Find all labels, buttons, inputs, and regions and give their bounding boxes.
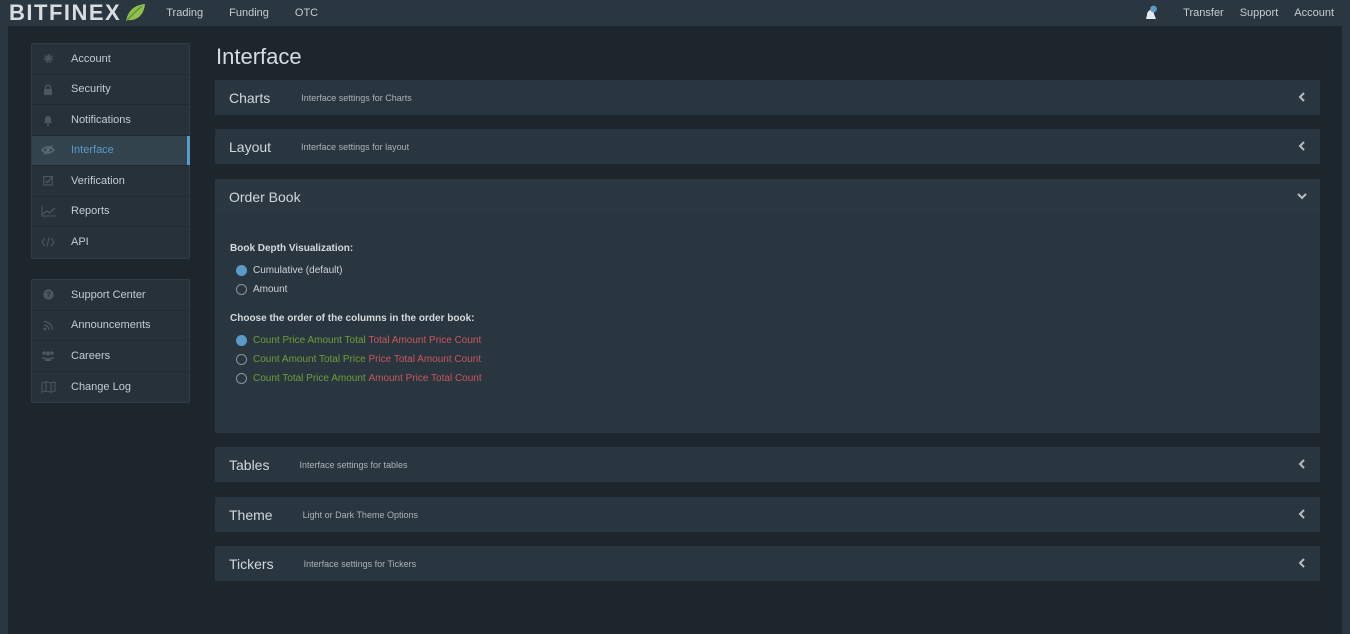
- radio-button[interactable]: [236, 354, 247, 365]
- column-order-label: Choose the order of the columns in the o…: [230, 313, 475, 324]
- brand-name: BITFINEX: [9, 0, 122, 25]
- sidebar-item-announcements[interactable]: Announcements: [32, 311, 189, 341]
- scrollbar[interactable]: [1342, 26, 1350, 634]
- sidebar-item-reports[interactable]: Reports: [32, 197, 189, 227]
- radio-button-checked[interactable]: [236, 265, 247, 276]
- sidebar-item-support-center[interactable]: ? Support Center: [32, 280, 189, 311]
- bell-icon: [40, 112, 56, 128]
- bid-columns: Count Amount Total Price: [253, 354, 366, 365]
- sidebar-item-label: Careers: [71, 349, 111, 362]
- column-order-option-1[interactable]: Count Price Amount Total Total Amount Pr…: [230, 331, 1305, 350]
- radio-button[interactable]: [236, 284, 247, 295]
- sidebar-item-label: Announcements: [71, 319, 151, 332]
- sidebar-settings-menu: Account Security Notifications Interface…: [31, 43, 190, 259]
- bid-columns: Count Price Amount Total: [253, 335, 366, 346]
- sidebar-item-careers[interactable]: Careers: [32, 341, 189, 372]
- panel-title: Layout: [229, 138, 272, 155]
- chevron-down-icon[interactable]: [1296, 190, 1308, 202]
- panel-header-charts[interactable]: Charts Interface settings for Charts: [215, 80, 1320, 115]
- sidebar-item-verification[interactable]: Verification: [32, 166, 189, 197]
- rss-icon: [40, 317, 56, 333]
- chevron-left-icon[interactable]: [1296, 458, 1308, 470]
- sidebar-item-security[interactable]: Security: [32, 75, 189, 105]
- panel-tables: Tables Interface settings for tables: [215, 447, 1320, 482]
- sidebar-item-label: Verification: [71, 174, 125, 187]
- sidebar-item-label: Security: [71, 83, 111, 96]
- chevron-left-icon[interactable]: [1296, 557, 1308, 569]
- top-nav: BITFINEX Trading Funding OTC Transfer Su…: [0, 0, 1350, 26]
- panel-theme: Theme Light or Dark Theme Options: [215, 497, 1320, 532]
- option-label: Cumulative (default): [253, 265, 343, 276]
- ask-columns: Total Amount Price Count: [368, 335, 482, 346]
- panel-title: Tickers: [229, 555, 274, 572]
- chart-line-icon: [40, 203, 56, 219]
- sidebar-item-notifications[interactable]: Notifications: [32, 105, 189, 136]
- panel-subtitle: Light or Dark Theme Options: [302, 509, 418, 520]
- nav-funding[interactable]: Funding: [229, 7, 269, 19]
- sidebar-item-label: Change Log: [71, 380, 131, 393]
- question-circle-icon: ?: [40, 287, 56, 303]
- ask-columns: Price Total Amount Count: [368, 354, 482, 365]
- bell-icon[interactable]: [1143, 5, 1159, 21]
- lock-icon: [40, 81, 56, 97]
- panel-subtitle: Interface settings for tables: [299, 459, 408, 470]
- panel-title: Theme: [229, 506, 273, 523]
- panel-subtitle: Interface settings for Charts: [301, 92, 412, 103]
- column-order-option-2[interactable]: Count Amount Total Price Price Total Amo…: [230, 350, 1305, 369]
- checkbox-icon: [40, 173, 56, 189]
- svg-text:?: ?: [46, 291, 51, 300]
- ask-columns: Amount Price Total Count: [368, 373, 482, 384]
- leaf-icon: [126, 4, 146, 21]
- panel-tickers: Tickers Interface settings for Tickers: [215, 546, 1320, 581]
- nav-account[interactable]: Account: [1294, 7, 1334, 19]
- sidebar-item-label: Interface: [71, 144, 114, 157]
- radio-button[interactable]: [236, 373, 247, 384]
- code-icon: [40, 234, 56, 250]
- nav-trading[interactable]: Trading: [166, 7, 203, 19]
- sidebar-item-account[interactable]: Account: [32, 44, 189, 75]
- sidebar-item-label: API: [71, 236, 89, 249]
- chevron-left-icon[interactable]: [1296, 91, 1308, 103]
- panel-header-tickers[interactable]: Tickers Interface settings for Tickers: [215, 546, 1320, 581]
- order-book-settings: Book Depth Visualization: Cumulative (de…: [215, 214, 1320, 433]
- sidebar-item-label: Account: [71, 52, 111, 65]
- panel-header-layout[interactable]: Layout Interface settings for layout: [215, 129, 1320, 164]
- panel-header-tables[interactable]: Tables Interface settings for tables: [215, 447, 1320, 482]
- users-icon: [40, 348, 56, 364]
- sidebar-item-label: Support Center: [71, 288, 146, 301]
- panel-title: Order Book: [229, 188, 301, 205]
- panel-order-book: Order Book Book Depth Visualization: Cum…: [215, 179, 1320, 433]
- panel-title: Charts: [229, 89, 271, 106]
- eye-slash-icon: [40, 142, 56, 158]
- panel-charts: Charts Interface settings for Charts: [215, 80, 1320, 115]
- panel-header-order-book[interactable]: Order Book: [215, 179, 1320, 214]
- nav-transfer[interactable]: Transfer: [1183, 7, 1224, 19]
- chevron-left-icon[interactable]: [1296, 140, 1308, 152]
- nav-support[interactable]: Support: [1240, 7, 1279, 19]
- bid-columns: Count Total Price Amount: [253, 373, 366, 384]
- page-title: Interface: [216, 44, 302, 69]
- sidebar-item-interface[interactable]: Interface: [32, 135, 190, 166]
- sidebar-item-label: Reports: [71, 205, 110, 218]
- panel-header-theme[interactable]: Theme Light or Dark Theme Options: [215, 497, 1320, 532]
- depth-visualization-label: Book Depth Visualization:: [230, 243, 354, 254]
- option-label: Amount: [253, 284, 288, 295]
- radio-button-checked[interactable]: [236, 335, 247, 346]
- panel-title: Tables: [229, 456, 270, 473]
- panel-layout: Layout Interface settings for layout: [215, 129, 1320, 164]
- sidebar-help-menu: ? Support Center Announcements Careers C…: [31, 279, 190, 403]
- brand-logo[interactable]: BITFINEX: [9, 0, 146, 26]
- nav-otc[interactable]: OTC: [295, 7, 318, 19]
- sidebar-item-api[interactable]: API: [32, 227, 189, 258]
- panel-subtitle: Interface settings for Tickers: [303, 558, 417, 569]
- chevron-left-icon[interactable]: [1296, 508, 1308, 520]
- depth-option-amount[interactable]: Amount: [230, 280, 1305, 299]
- depth-option-cumulative[interactable]: Cumulative (default): [230, 261, 1305, 280]
- panel-subtitle: Interface settings for layout: [301, 141, 410, 152]
- sidebar-item-label: Notifications: [71, 113, 131, 126]
- sidebar-item-change-log[interactable]: Change Log: [32, 372, 189, 403]
- column-order-option-3[interactable]: Count Total Price Amount Amount Price To…: [230, 369, 1305, 388]
- map-icon: [40, 379, 56, 395]
- gear-icon: [40, 51, 56, 67]
